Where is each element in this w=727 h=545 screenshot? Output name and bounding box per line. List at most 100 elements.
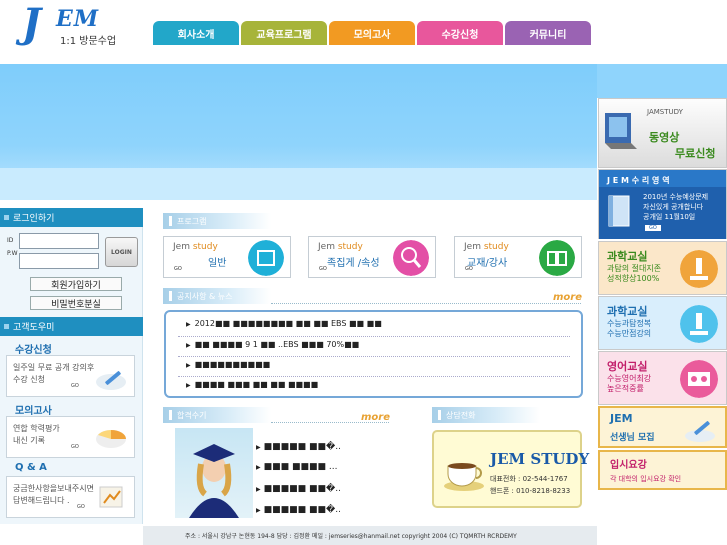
- success-row[interactable]: ▶ ■■■■■ ■■�..: [256, 505, 341, 515]
- arrow-right-icon: ▶: [186, 321, 191, 328]
- logo[interactable]: J EM 1:1 방문수업: [22, 0, 132, 47]
- arrow-right-icon: ▶: [186, 342, 191, 349]
- success-row-text: ■■■■■ ■■�..: [263, 505, 341, 515]
- jem-text: Jem: [318, 242, 335, 252]
- help-exam-box[interactable]: 연합 학력평가 내신 기록 GO: [6, 416, 135, 458]
- success-row-text: ■■■■■ ■■�..: [263, 442, 341, 452]
- id-label: ID: [7, 237, 14, 244]
- arrow-right-icon: ▶: [256, 464, 261, 471]
- success-row[interactable]: ▶ ■■■■■ ■■�..: [256, 484, 341, 494]
- contact-title: 상담전화: [446, 410, 476, 420]
- go-label: GO: [71, 444, 79, 450]
- nav-enroll[interactable]: 수강신청: [417, 21, 503, 45]
- notice-header: 공지사항 & 뉴스: [163, 288, 271, 304]
- english-title: 영어교실: [607, 360, 648, 373]
- success-row[interactable]: ▶ ■■■■■ ■■�..: [256, 442, 341, 452]
- video-title1: 동영상: [649, 131, 680, 144]
- banner-right-strip: [597, 64, 727, 98]
- study-text: study: [483, 242, 509, 252]
- admission-title: 입시요강: [610, 460, 647, 471]
- magnifier-icon: [393, 240, 429, 276]
- arrow-right-icon: ▶: [256, 444, 261, 451]
- english-text: 수능영어최강 높은적중률: [607, 374, 651, 394]
- notice-row[interactable]: ▶ ■■■■ ■■■ ■■ ■■ ■■■■: [186, 380, 318, 389]
- help-enroll-box[interactable]: 일주일 무료 공개 강의후 수강 신청 GO: [6, 355, 135, 397]
- video-title2: 무료신청: [675, 147, 716, 160]
- go-label: GO: [465, 266, 473, 272]
- jem-text: Jem: [464, 242, 481, 252]
- program-materials[interactable]: Jem study 교재/강사 GO: [454, 236, 582, 278]
- go-label: GO: [319, 266, 327, 272]
- teacher-recruit[interactable]: JEM 선생님 모집: [598, 406, 727, 448]
- logo-em: EM: [56, 6, 100, 32]
- help-header: 고객도우미: [0, 317, 143, 336]
- login-button[interactable]: LOGIN: [105, 237, 138, 267]
- video-free-trial[interactable]: JAMSTUDY 동영상 무료신청: [598, 98, 727, 168]
- teacher-title2: 선생님 모집: [610, 433, 655, 443]
- science-class-2[interactable]: 과학교실 수능과탐정복 수능만점강의: [598, 296, 727, 350]
- program-intensive[interactable]: Jem study 족집게 /속성 GO: [308, 236, 436, 278]
- book-icon: [539, 240, 575, 276]
- banner: [0, 64, 597, 200]
- notice-row[interactable]: ▶ 2012■■ ■■■■■■■■ ■■ ■■ EBS ■■ ■■: [186, 319, 382, 328]
- footer-text: 주소 : 서울시 강남구 논현동 194-8 담당 : 김정환 메일 : jem…: [185, 533, 517, 540]
- microscope-icon: [680, 250, 718, 288]
- notice-box: ▶ 2012■■ ■■■■■■■■ ■■ ■■ EBS ■■ ■■ ▶ ■■ ■■■…: [164, 310, 583, 398]
- success-more-link[interactable]: more: [361, 412, 390, 423]
- math-title: J E M 수 리 영 역: [607, 176, 670, 185]
- help-qna-box[interactable]: 궁금한사항을보내주시면 답변해드립니다 . GO: [6, 476, 135, 518]
- footer: 주소 : 서울시 강남구 논현동 194-8 담당 : 김정환 메일 : jem…: [143, 526, 597, 545]
- jamstudy-label: JAMSTUDY: [647, 108, 683, 116]
- science2-text: 수능과탐정복 수능만점강의: [607, 319, 651, 339]
- nav-community[interactable]: 커뮤니티: [505, 21, 591, 45]
- program-general-name: 일반: [208, 258, 227, 269]
- admission-guide[interactable]: 입시요강 각 대학의 입시요강 확인: [598, 450, 727, 490]
- program-jem-label: Jem study: [173, 242, 218, 252]
- math-section[interactable]: J E M 수 리 영 역 2010년 수능예상문제 자신있게 공개합니다 공개…: [598, 169, 727, 239]
- pie-chart-icon: [96, 430, 126, 448]
- id-input[interactable]: [19, 233, 99, 249]
- math-line3: 공개일 11월10일: [643, 213, 696, 221]
- notice-row[interactable]: ▶ ■■ ■■■■ 9 1 ■■ ..EBS ■■■ 70%■■: [186, 340, 359, 349]
- science1-line2: 성적향상100%: [607, 274, 660, 283]
- program-header: 프로그램: [163, 213, 271, 229]
- teacher-title1: JEM: [610, 412, 633, 425]
- notice-divider: [271, 303, 581, 304]
- find-password-button[interactable]: 비밀번호분실: [30, 296, 122, 310]
- arrow-right-icon: ▶: [186, 362, 191, 369]
- science-class-1[interactable]: 과학교실 과탐의 절대지존 성적향상100%: [598, 241, 727, 295]
- row-divider: [178, 376, 570, 377]
- help-enroll-title: 수강신청: [15, 345, 52, 356]
- english-line2: 높은적중률: [607, 384, 644, 393]
- nav-company[interactable]: 회사소개: [153, 21, 239, 45]
- science2-title: 과학교실: [607, 305, 648, 318]
- go-label: GO: [77, 504, 85, 510]
- success-row[interactable]: ▶ ■■■ ■■■■ ...: [256, 462, 337, 472]
- nav-programs[interactable]: 교육프로그램: [241, 21, 327, 45]
- logo-j: J: [22, 0, 41, 47]
- science2-line2: 수능만점강의: [607, 329, 652, 338]
- folder-icon: [248, 240, 284, 276]
- notice-row-text: ■■ ■■■■ 9 1 ■■ ..EBS ■■■ 70%■■: [194, 340, 360, 349]
- english-class[interactable]: 영어교실 수능영어최강 높은적중률: [598, 351, 727, 405]
- jem-text: Jem: [173, 242, 190, 252]
- notice-row-text: ■■■■ ■■■ ■■ ■■ ■■■■: [194, 380, 319, 389]
- cassette-icon: [680, 360, 718, 398]
- go-label: GO: [645, 225, 661, 231]
- contact-brand: JEM STUDY: [490, 450, 590, 468]
- notice-row[interactable]: ▶ ■■■■■■■■■■: [186, 360, 270, 369]
- book-icon: [608, 195, 630, 227]
- password-input[interactable]: [19, 253, 99, 269]
- notice-more-link[interactable]: more: [553, 292, 582, 303]
- contact-header: 상담전화: [432, 407, 540, 423]
- contact-phone: 대표전화 : 02-544-1767: [490, 475, 568, 483]
- program-materials-name: 교재/강사: [467, 258, 508, 269]
- success-title: 합격수기: [177, 410, 207, 420]
- contact-mobile: 핸드폰 : 010-8218-8233: [490, 487, 571, 495]
- program-general[interactable]: Jem study 일반 GO: [163, 236, 291, 278]
- study-text: study: [337, 242, 363, 252]
- nav-mock-exam[interactable]: 모의고사: [329, 21, 415, 45]
- success-row-text: ■■■ ■■■■ ...: [263, 462, 338, 472]
- join-button[interactable]: 회원가입하기: [30, 277, 122, 291]
- success-row-text: ■■■■■ ■■�..: [263, 484, 341, 494]
